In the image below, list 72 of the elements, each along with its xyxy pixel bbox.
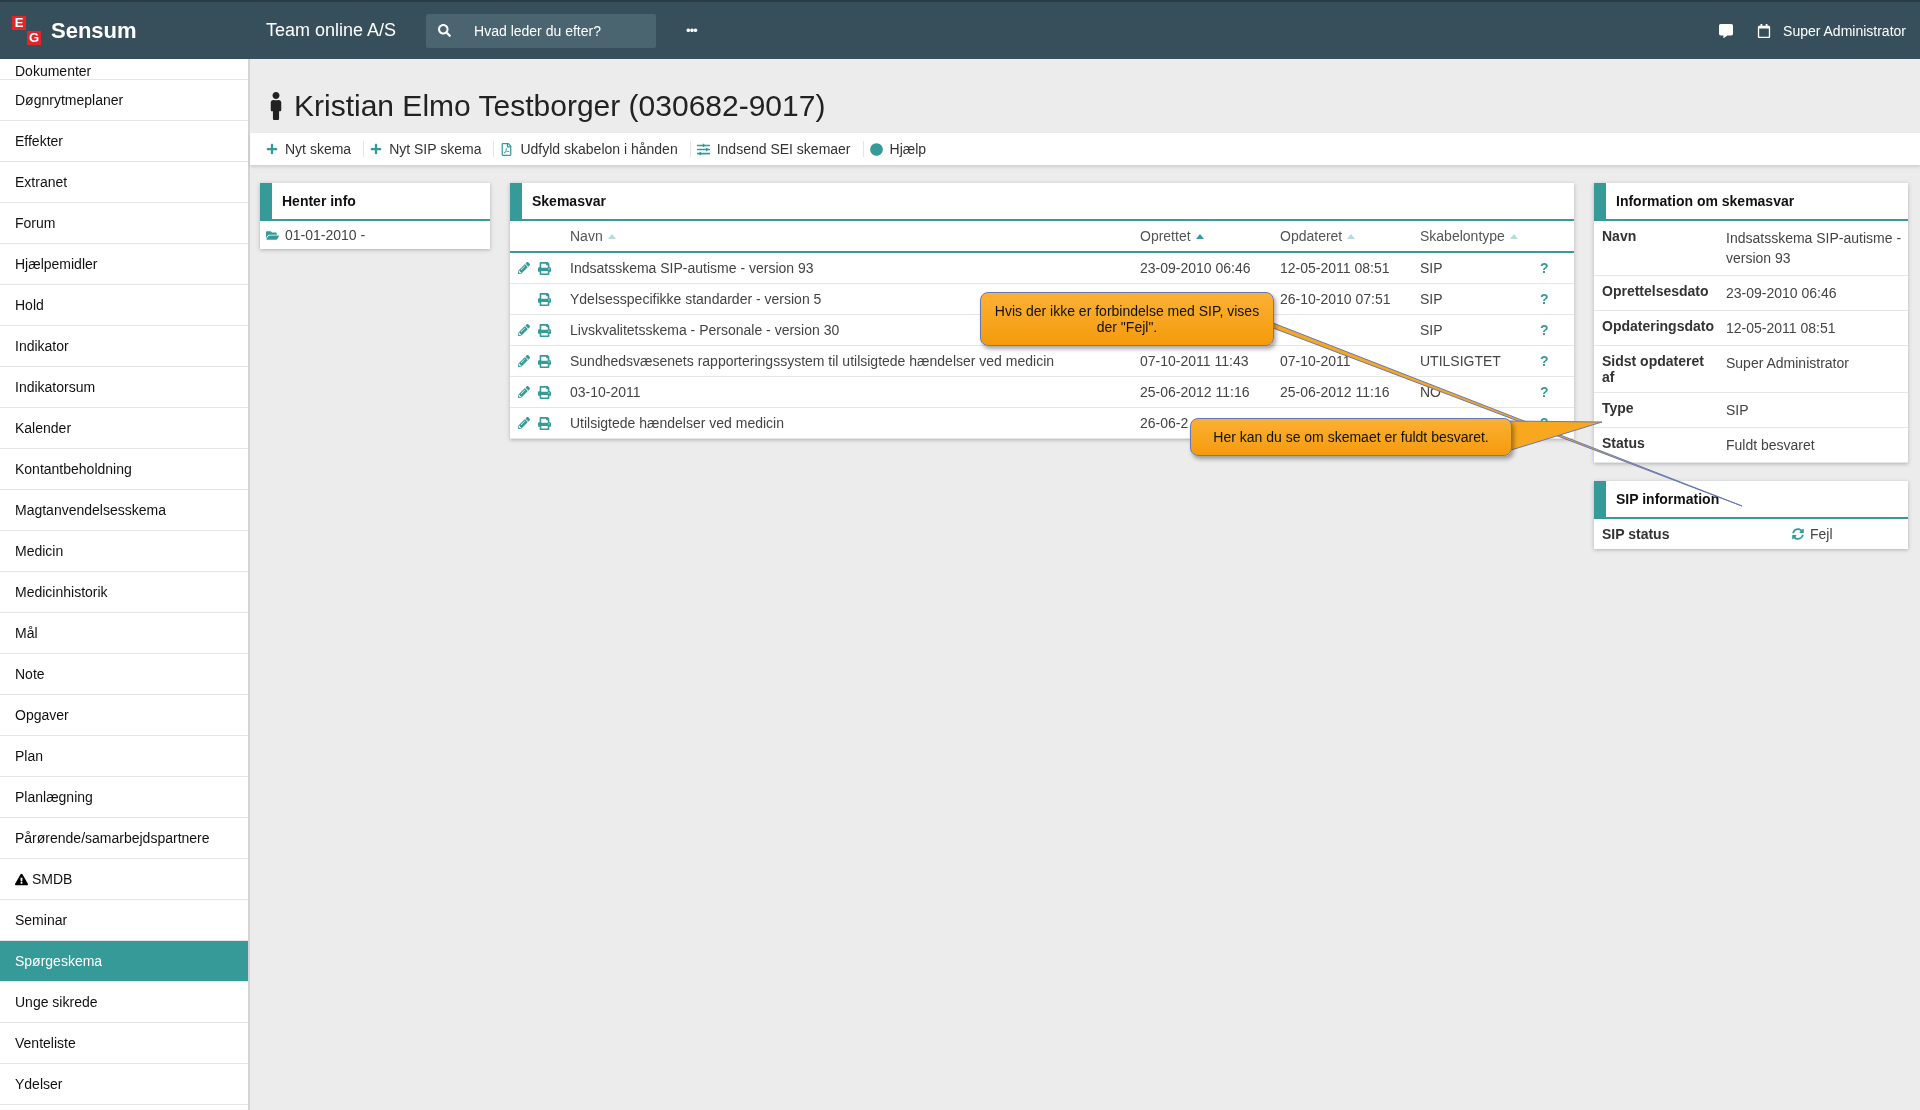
print-icon[interactable] <box>538 416 551 430</box>
info-label: Navn <box>1594 221 1722 276</box>
info-label: Sidst opdateret af <box>1594 346 1722 393</box>
pencil-icon[interactable] <box>518 262 530 274</box>
pencil-icon[interactable] <box>518 417 530 429</box>
plus-icon <box>370 143 383 155</box>
table-cell: SIP <box>1420 260 1443 276</box>
table-cell: Ydelsesspecifikke standarder - version 5 <box>570 291 822 307</box>
plus-icon <box>266 143 278 155</box>
table-cell: 07-10-2011 <box>1280 353 1351 369</box>
table-cell: 26-10-2010 07:51 <box>1280 291 1391 307</box>
table-cell: Utilsigtede hændelser ved medicin <box>570 415 784 431</box>
more-menu[interactable]: ••• <box>686 23 697 38</box>
info-value: Super Administrator <box>1722 346 1908 393</box>
panel-title: Information om skemasvar <box>1594 183 1908 221</box>
table-cell: Sundhedsvæsenets rapporteringssystem til utilsigtede hændelser ved medicin <box>570 353 1055 369</box>
table-cell: Livskvalitetsskema - Personale - version 30 <box>570 322 840 338</box>
info-value: SIP <box>1722 393 1908 428</box>
brand-name: Sensum <box>51 17 137 44</box>
table-cell: SIP <box>1420 291 1443 307</box>
print-icon[interactable] <box>538 385 551 399</box>
calendar-icon[interactable] <box>1757 23 1772 38</box>
info-value: 12-05-2011 08:51 <box>1722 311 1908 346</box>
column-header[interactable]: Navn <box>570 221 1140 253</box>
table-cell: 25-06-2012 11:16 <box>1280 384 1390 400</box>
table-cell: 25-06-2012 11:16 <box>1140 384 1250 400</box>
info-label: SIP status <box>1602 526 1671 542</box>
folder-icon <box>266 228 279 242</box>
search-field[interactable]: Hvad leder du efter? <box>426 13 657 48</box>
user-name[interactable]: Super Administrator <box>1783 22 1906 39</box>
info-label: Opdateringsdato <box>1594 311 1722 346</box>
table-cell: Indsatsskema SIP-autisme - version 93 <box>570 260 814 276</box>
refresh-icon <box>1792 528 1804 540</box>
table-cell: 23-09-2010 06:46 <box>1140 260 1251 276</box>
info-label: Oprettelsesdato <box>1594 276 1722 311</box>
panel-title: Henter info <box>260 183 490 221</box>
chat-icon[interactable] <box>1719 23 1734 38</box>
sliders-icon <box>696 142 710 156</box>
toolbar-button[interactable]: Nyt skema <box>260 141 365 157</box>
table-cell: 03-10-2011 <box>570 384 641 400</box>
print-icon[interactable] <box>538 292 551 306</box>
panel-title: Skemasvar <box>510 183 1574 221</box>
pencil-icon[interactable] <box>518 324 530 336</box>
callout-note: Hvis der ikke er forbindelse med SIP, vises der "Fejl". <box>980 292 1274 346</box>
toolbar-button[interactable]: Udfyld skabelon i hånden <box>494 141 691 157</box>
toolbar-button[interactable]: Indsend SEI skemaer <box>690 141 864 157</box>
table-cell: SIP <box>1420 322 1443 338</box>
table-cell: 26-06-2 <box>1140 415 1189 431</box>
page-title: Kristian Elmo Testborger (030682-9017) <box>250 59 1920 133</box>
print-icon[interactable] <box>538 323 551 337</box>
warning-icon <box>15 872 28 886</box>
table-cell: 07-10-2011 11:43 <box>1140 353 1249 369</box>
print-icon[interactable] <box>538 261 551 275</box>
team-name: Team online A/S <box>266 20 397 41</box>
table-cell: UTILSIGTET <box>1420 353 1501 369</box>
info-value: 23-09-2010 06:46 <box>1722 276 1908 311</box>
period-item[interactable]: 01-01-2010 - <box>260 221 490 249</box>
column-header[interactable]: Opdateret <box>1280 221 1420 253</box>
print-icon[interactable] <box>538 354 551 368</box>
info-value: Fuldt besvaret <box>1722 428 1908 463</box>
callout-note: Her kan du se om skemaet er fuldt besvaret. <box>1190 418 1512 456</box>
pencil-icon[interactable] <box>518 355 530 367</box>
column-header[interactable]: Skabelontype <box>1420 221 1540 253</box>
table-cell: 12-05-2011 08:51 <box>1280 260 1390 276</box>
toolbar-button[interactable]: Hjælp <box>863 141 939 157</box>
pdf-file-icon <box>500 142 514 156</box>
sip-status-value: Fejl <box>1792 526 1900 542</box>
pencil-icon[interactable] <box>518 386 530 398</box>
search-icon <box>438 23 452 37</box>
column-header[interactable]: Oprettet <box>1140 221 1280 253</box>
toolbar-button[interactable]: Nyt SIP skema <box>364 141 495 157</box>
info-value: Indsatsskema SIP-autisme - version 93 <box>1722 221 1908 276</box>
